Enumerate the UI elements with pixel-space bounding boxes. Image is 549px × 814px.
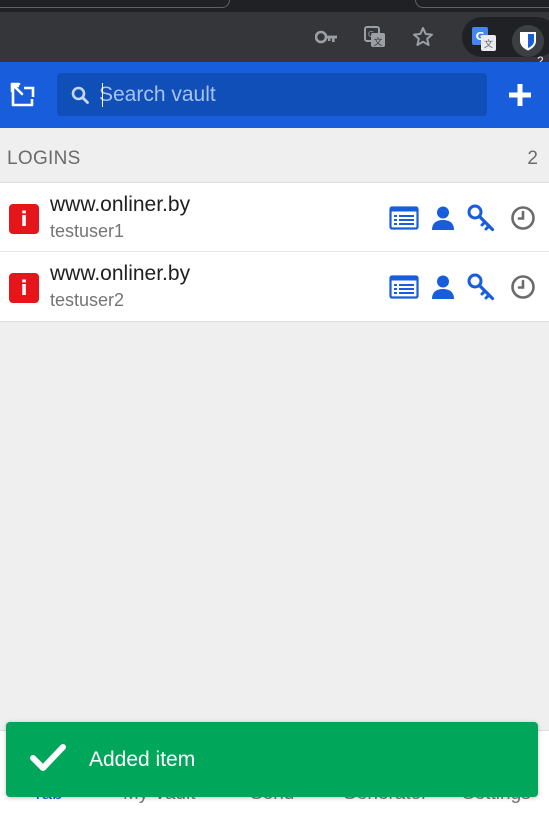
key-icon[interactable] [314, 24, 340, 50]
search-input[interactable] [99, 73, 479, 116]
list-item[interactable]: i www.onliner.by testuser1 [0, 183, 549, 252]
logins-section-header: LOGINS 2 [0, 128, 549, 182]
popup-header [0, 62, 549, 128]
autofill-icon[interactable] [389, 272, 419, 302]
svg-text:文: 文 [373, 36, 382, 48]
svg-text:G: G [368, 30, 374, 39]
translate-icon[interactable]: 文G [362, 24, 388, 50]
item-name[interactable]: www.onliner.by [50, 193, 190, 217]
copy-totp-icon[interactable] [508, 203, 538, 233]
plus-icon[interactable] [505, 80, 535, 110]
item-username: testuser1 [50, 221, 125, 241]
site-favicon: i [9, 273, 39, 303]
copy-password-icon[interactable] [466, 272, 496, 302]
login-list: i www.onliner.by testuser1 i www.onliner… [0, 182, 549, 322]
list-item[interactable]: i www.onliner.by testuser2 [0, 252, 549, 321]
text-caret [102, 83, 103, 107]
browser-tab[interactable] [0, 0, 230, 8]
copy-username-icon[interactable] [428, 203, 458, 233]
checkmark-icon [30, 743, 66, 778]
autofill-icon[interactable] [389, 203, 419, 233]
toast-notification[interactable]: Added item [6, 722, 538, 797]
copy-username-icon[interactable] [428, 272, 458, 302]
star-icon[interactable] [410, 24, 436, 50]
popout-icon[interactable] [8, 80, 38, 110]
site-favicon: i [9, 204, 39, 234]
bitwarden-icon[interactable] [512, 25, 544, 57]
search-icon [71, 86, 89, 109]
copy-totp-icon[interactable] [508, 272, 538, 302]
browser-tab[interactable] [415, 0, 549, 8]
browser-tab-strip [0, 0, 549, 12]
section-count: 2 [527, 148, 538, 169]
copy-password-icon[interactable] [466, 203, 496, 233]
item-name[interactable]: www.onliner.by [50, 262, 190, 286]
browser-toolbar: 文G G文 2 [0, 12, 549, 68]
section-title: LOGINS [7, 148, 81, 169]
svg-text:文: 文 [484, 38, 493, 50]
toast-message: Added item [89, 748, 196, 771]
google-translate-icon[interactable]: G文 [471, 26, 497, 52]
item-username: testuser2 [50, 290, 125, 310]
search-box [57, 73, 487, 116]
